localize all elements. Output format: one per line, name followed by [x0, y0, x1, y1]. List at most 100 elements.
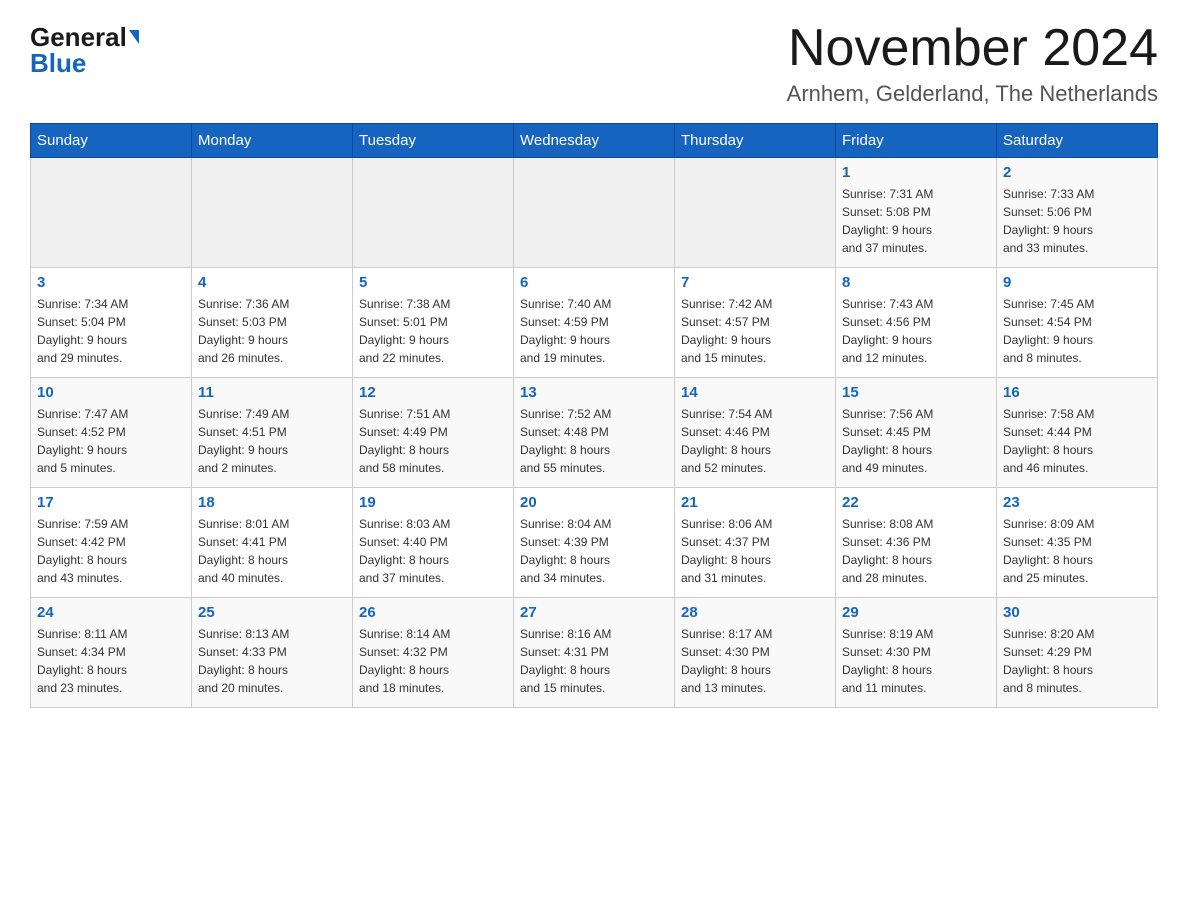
day-number: 19 [359, 494, 507, 511]
logo: General Blue [30, 20, 139, 76]
day-number: 29 [842, 604, 990, 621]
col-header-wednesday: Wednesday [514, 124, 675, 158]
day-cell [353, 158, 514, 268]
day-info: Sunrise: 8:19 AM Sunset: 4:30 PM Dayligh… [842, 625, 990, 697]
day-cell: 2 Sunrise: 7:33 AM Sunset: 5:06 PM Daylig… [997, 158, 1158, 268]
day-cell: 20 Sunrise: 8:04 AM Sunset: 4:39 PM Dayli… [514, 488, 675, 598]
day-number: 4 [198, 274, 346, 291]
day-number: 2 [1003, 164, 1151, 181]
day-number: 1 [842, 164, 990, 181]
day-number: 17 [37, 494, 185, 511]
day-cell: 10 Sunrise: 7:47 AM Sunset: 4:52 PM Dayli… [31, 378, 192, 488]
day-cell: 1Sunrise: 7:31 AM Sunset: 5:08 PM Daylig… [836, 158, 997, 268]
day-number: 22 [842, 494, 990, 511]
day-number: 3 [37, 274, 185, 291]
day-number: 12 [359, 384, 507, 401]
day-info: Sunrise: 7:40 AM Sunset: 4:59 PM Dayligh… [520, 295, 668, 367]
day-info: Sunrise: 8:04 AM Sunset: 4:39 PM Dayligh… [520, 515, 668, 587]
day-info: Sunrise: 8:20 AM Sunset: 4:29 PM Dayligh… [1003, 625, 1151, 697]
subtitle: Arnhem, Gelderland, The Netherlands [787, 81, 1158, 107]
page-header: General Blue November 2024 Arnhem, Gelde… [30, 20, 1158, 107]
week-row-3: 10 Sunrise: 7:47 AM Sunset: 4:52 PM Dayli… [31, 378, 1158, 488]
day-number: 21 [681, 494, 829, 511]
day-cell: 30 Sunrise: 8:20 AM Sunset: 4:29 PM Dayli… [997, 598, 1158, 708]
day-cell: 16Sunrise: 7:58 AM Sunset: 4:44 PM Dayli… [997, 378, 1158, 488]
day-cell: 15 Sunrise: 7:56 AM Sunset: 4:45 PM Dayli… [836, 378, 997, 488]
week-row-2: 3 Sunrise: 7:34 AM Sunset: 5:04 PM Daylig… [31, 268, 1158, 378]
day-info: Sunrise: 7:51 AM Sunset: 4:49 PM Dayligh… [359, 405, 507, 477]
day-info: Sunrise: 8:08 AM Sunset: 4:36 PM Dayligh… [842, 515, 990, 587]
logo-blue: Blue [30, 50, 86, 76]
title-block: November 2024 Arnhem, Gelderland, The Ne… [787, 20, 1158, 107]
day-number: 18 [198, 494, 346, 511]
day-cell: 14Sunrise: 7:54 AM Sunset: 4:46 PM Dayli… [675, 378, 836, 488]
day-cell: 6 Sunrise: 7:40 AM Sunset: 4:59 PM Daylig… [514, 268, 675, 378]
day-info: Sunrise: 7:52 AM Sunset: 4:48 PM Dayligh… [520, 405, 668, 477]
day-number: 16 [1003, 384, 1151, 401]
col-header-monday: Monday [192, 124, 353, 158]
day-info: Sunrise: 8:16 AM Sunset: 4:31 PM Dayligh… [520, 625, 668, 697]
day-info: Sunrise: 7:49 AM Sunset: 4:51 PM Dayligh… [198, 405, 346, 477]
day-cell [514, 158, 675, 268]
calendar-header-row: SundayMondayTuesdayWednesdayThursdayFrid… [31, 124, 1158, 158]
day-cell: 12 Sunrise: 7:51 AM Sunset: 4:49 PM Dayli… [353, 378, 514, 488]
day-cell: 23Sunrise: 8:09 AM Sunset: 4:35 PM Dayli… [997, 488, 1158, 598]
col-header-friday: Friday [836, 124, 997, 158]
day-info: Sunrise: 8:01 AM Sunset: 4:41 PM Dayligh… [198, 515, 346, 587]
day-number: 11 [198, 384, 346, 401]
day-number: 30 [1003, 604, 1151, 621]
day-info: Sunrise: 7:42 AM Sunset: 4:57 PM Dayligh… [681, 295, 829, 367]
day-info: Sunrise: 8:13 AM Sunset: 4:33 PM Dayligh… [198, 625, 346, 697]
day-cell: 7 Sunrise: 7:42 AM Sunset: 4:57 PM Daylig… [675, 268, 836, 378]
week-row-5: 24 Sunrise: 8:11 AM Sunset: 4:34 PM Dayli… [31, 598, 1158, 708]
day-cell: 24 Sunrise: 8:11 AM Sunset: 4:34 PM Dayli… [31, 598, 192, 708]
day-info: Sunrise: 7:59 AM Sunset: 4:42 PM Dayligh… [37, 515, 185, 587]
day-number: 6 [520, 274, 668, 291]
day-cell: 8Sunrise: 7:43 AM Sunset: 4:56 PM Daylig… [836, 268, 997, 378]
day-cell: 11 Sunrise: 7:49 AM Sunset: 4:51 PM Dayli… [192, 378, 353, 488]
day-cell [675, 158, 836, 268]
day-cell: 9 Sunrise: 7:45 AM Sunset: 4:54 PM Daylig… [997, 268, 1158, 378]
logo-general: General [30, 24, 127, 50]
day-info: Sunrise: 7:56 AM Sunset: 4:45 PM Dayligh… [842, 405, 990, 477]
day-cell [192, 158, 353, 268]
day-number: 20 [520, 494, 668, 511]
day-number: 7 [681, 274, 829, 291]
day-info: Sunrise: 8:09 AM Sunset: 4:35 PM Dayligh… [1003, 515, 1151, 587]
day-number: 25 [198, 604, 346, 621]
day-number: 27 [520, 604, 668, 621]
day-number: 24 [37, 604, 185, 621]
day-cell: 13Sunrise: 7:52 AM Sunset: 4:48 PM Dayli… [514, 378, 675, 488]
day-cell: 5Sunrise: 7:38 AM Sunset: 5:01 PM Daylig… [353, 268, 514, 378]
day-info: Sunrise: 7:43 AM Sunset: 4:56 PM Dayligh… [842, 295, 990, 367]
day-info: Sunrise: 8:11 AM Sunset: 4:34 PM Dayligh… [37, 625, 185, 697]
col-header-thursday: Thursday [675, 124, 836, 158]
day-cell: 29 Sunrise: 8:19 AM Sunset: 4:30 PM Dayli… [836, 598, 997, 708]
day-number: 9 [1003, 274, 1151, 291]
day-number: 10 [37, 384, 185, 401]
day-info: Sunrise: 7:34 AM Sunset: 5:04 PM Dayligh… [37, 295, 185, 367]
day-cell: 4Sunrise: 7:36 AM Sunset: 5:03 PM Daylig… [192, 268, 353, 378]
col-header-saturday: Saturday [997, 124, 1158, 158]
logo-arrow-icon [129, 30, 139, 44]
day-number: 14 [681, 384, 829, 401]
day-info: Sunrise: 8:17 AM Sunset: 4:30 PM Dayligh… [681, 625, 829, 697]
week-row-4: 17 Sunrise: 7:59 AM Sunset: 4:42 PM Dayli… [31, 488, 1158, 598]
day-info: Sunrise: 8:06 AM Sunset: 4:37 PM Dayligh… [681, 515, 829, 587]
day-cell: 28 Sunrise: 8:17 AM Sunset: 4:30 PM Dayli… [675, 598, 836, 708]
day-cell: 22 Sunrise: 8:08 AM Sunset: 4:36 PM Dayli… [836, 488, 997, 598]
week-row-1: 1Sunrise: 7:31 AM Sunset: 5:08 PM Daylig… [31, 158, 1158, 268]
day-cell: 17 Sunrise: 7:59 AM Sunset: 4:42 PM Dayli… [31, 488, 192, 598]
day-info: Sunrise: 7:33 AM Sunset: 5:06 PM Dayligh… [1003, 185, 1151, 257]
day-info: Sunrise: 8:03 AM Sunset: 4:40 PM Dayligh… [359, 515, 507, 587]
day-info: Sunrise: 7:38 AM Sunset: 5:01 PM Dayligh… [359, 295, 507, 367]
day-number: 15 [842, 384, 990, 401]
calendar-table: SundayMondayTuesdayWednesdayThursdayFrid… [30, 123, 1158, 708]
day-cell: 27 Sunrise: 8:16 AM Sunset: 4:31 PM Dayli… [514, 598, 675, 708]
day-info: Sunrise: 7:45 AM Sunset: 4:54 PM Dayligh… [1003, 295, 1151, 367]
day-number: 28 [681, 604, 829, 621]
day-cell: 19 Sunrise: 8:03 AM Sunset: 4:40 PM Dayli… [353, 488, 514, 598]
day-number: 26 [359, 604, 507, 621]
day-info: Sunrise: 7:47 AM Sunset: 4:52 PM Dayligh… [37, 405, 185, 477]
day-cell: 3 Sunrise: 7:34 AM Sunset: 5:04 PM Daylig… [31, 268, 192, 378]
